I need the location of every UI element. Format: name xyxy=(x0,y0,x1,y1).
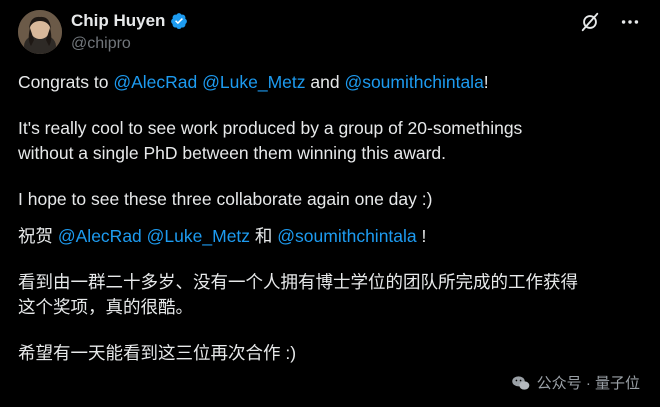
tweet-line: without a single PhD between them winnin… xyxy=(18,143,447,163)
tweet-header: Chip Huyen @chipro xyxy=(18,10,642,60)
mention-luke-metz[interactable]: @Luke_Metz xyxy=(147,226,250,246)
text: ! xyxy=(416,226,427,246)
tweet-body: Congrats to @AlecRad @Luke_Metz and @sou… xyxy=(18,70,642,366)
tweet-line: It's really cool to see work produced by… xyxy=(18,118,523,138)
header-actions xyxy=(578,10,642,34)
tweet-line: 看到由一群二十多岁、没有一个人拥有博士学位的团队所完成的工作获得 xyxy=(18,272,578,292)
watermark-text: 公众号 · 量子位 xyxy=(536,375,640,392)
more-icon[interactable] xyxy=(618,10,642,34)
mention-luke-metz[interactable]: @Luke_Metz xyxy=(202,72,305,92)
handle[interactable]: @chipro xyxy=(71,35,188,53)
text: and xyxy=(305,72,345,92)
display-name-text: Chip Huyen xyxy=(71,11,166,30)
tweet-line: 希望有一天能看到这三位再次合作 :) xyxy=(18,343,297,363)
wechat-icon xyxy=(511,375,529,390)
mention-alecrad[interactable]: @AlecRad xyxy=(58,226,142,246)
watermark: 公众号 · 量子位 xyxy=(511,372,640,393)
text: Congrats to xyxy=(18,72,114,92)
tweet-line-congrats: Congrats to @AlecRad @Luke_Metz and @sou… xyxy=(18,70,642,95)
mention-soumithchintala[interactable]: @soumithchintala xyxy=(344,72,483,92)
display-name[interactable]: Chip Huyen xyxy=(71,11,188,31)
verified-badge-icon xyxy=(171,13,188,29)
avatar[interactable] xyxy=(18,10,62,54)
tweet-line: I hope to see these three collaborate ag… xyxy=(18,189,433,209)
text: 祝贺 xyxy=(18,226,58,246)
mention-alecrad[interactable]: @AlecRad xyxy=(113,72,197,92)
text: 和 xyxy=(250,226,278,246)
tweet-line-zh-congrats: 祝贺 @AlecRad @Luke_Metz 和 @soumithchintal… xyxy=(18,224,642,249)
text: ! xyxy=(483,72,489,92)
grok-icon[interactable] xyxy=(578,10,602,34)
mention-soumithchintala[interactable]: @soumithchintala xyxy=(277,226,416,246)
tweet-line: 这个奖项，真的很酷。 xyxy=(18,297,193,317)
author-info: Chip Huyen @chipro xyxy=(71,11,188,53)
